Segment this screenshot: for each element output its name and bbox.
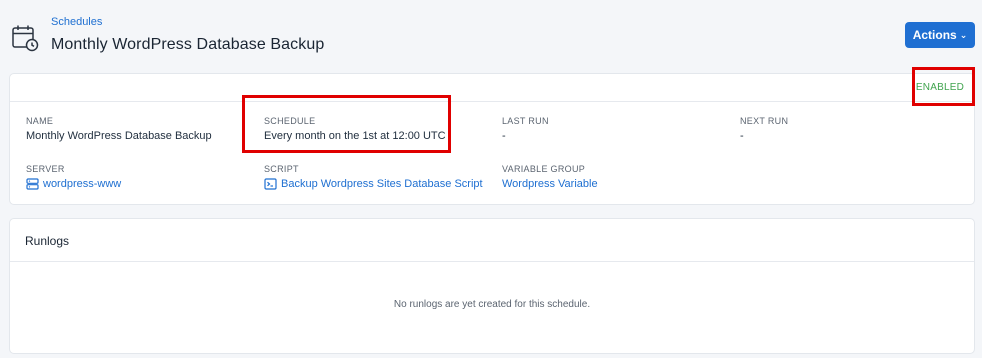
page-title: Monthly WordPress Database Backup (51, 36, 325, 53)
terminal-icon (264, 178, 277, 190)
script-link-label: Backup Wordpress Sites Database Script (281, 178, 483, 190)
field-label-last-run: LAST RUN (502, 116, 549, 126)
field-server: SERVER wordpress-www (26, 164, 121, 190)
field-value-schedule: Every month on the 1st at 12:00 UTC (264, 130, 446, 142)
runlogs-header: Runlogs (10, 219, 974, 262)
field-schedule: SCHEDULE Every month on the 1st at 12:00… (264, 116, 446, 142)
server-link[interactable]: wordpress-www (26, 178, 121, 190)
runlogs-empty-message: No runlogs are yet created for this sche… (393, 299, 591, 310)
variable-group-link[interactable]: Wordpress Variable (502, 178, 598, 190)
field-name: NAME Monthly WordPress Database Backup (26, 116, 212, 142)
field-label-script: SCRIPT (264, 164, 299, 174)
field-last-run: LAST RUN - (502, 116, 549, 142)
breadcrumb-schedules[interactable]: Schedules (51, 16, 102, 28)
field-value-name: Monthly WordPress Database Backup (26, 130, 212, 142)
actions-button-label: Actions (912, 28, 957, 42)
schedule-details-card: ENABLED NAME Monthly WordPress Database … (9, 73, 975, 205)
script-link[interactable]: Backup Wordpress Sites Database Script (264, 178, 483, 190)
field-value-next-run: - (740, 130, 744, 142)
field-next-run: NEXT RUN - (740, 116, 788, 142)
server-icon (26, 178, 39, 190)
status-badge: ENABLED (915, 82, 964, 93)
field-label-name: NAME (26, 116, 54, 126)
runlogs-title: Runlogs (25, 234, 70, 248)
server-link-label: wordpress-www (43, 178, 122, 190)
chevron-down-icon: ⌄ (959, 30, 968, 40)
field-label-schedule: SCHEDULE (264, 116, 316, 126)
field-variable-group: VARIABLE GROUP Wordpress Variable (502, 164, 598, 190)
runlogs-card: Runlogs No runlogs are yet created for t… (9, 218, 975, 354)
calendar-clock-icon (12, 25, 39, 52)
field-value-last-run: - (502, 130, 506, 142)
page-header: Schedules Monthly WordPress Database Bac… (0, 0, 982, 68)
details-status-bar: ENABLED (10, 74, 974, 102)
field-label-variable-group: VARIABLE GROUP (502, 164, 586, 174)
field-label-server: SERVER (26, 164, 65, 174)
field-label-next-run: NEXT RUN (740, 116, 789, 126)
actions-button[interactable]: Actions ⌄ (905, 22, 975, 48)
field-script: SCRIPT Backup Wordpress Sites Database S… (264, 164, 483, 190)
